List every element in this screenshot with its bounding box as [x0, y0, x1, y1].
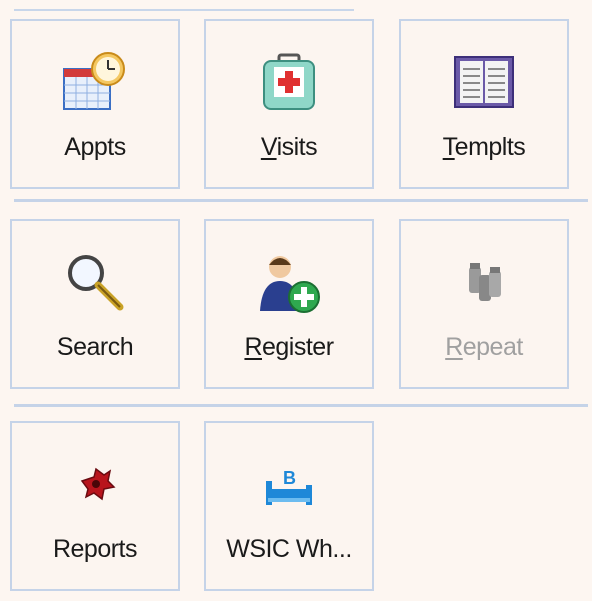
- register-button[interactable]: Register: [204, 219, 374, 389]
- register-label: Register: [244, 333, 334, 361]
- wsic-button[interactable]: B WSIC Wh...: [204, 421, 374, 591]
- reports-button[interactable]: Reports: [10, 421, 180, 591]
- search-label: Search: [56, 333, 134, 361]
- svg-text:B: B: [283, 468, 296, 488]
- wsic-label: WSIC Wh...: [226, 535, 352, 563]
- reports-icon: [60, 451, 130, 521]
- magnifier-icon: [60, 249, 130, 319]
- visits-button[interactable]: Visits: [204, 19, 374, 189]
- first-aid-kit-icon: [254, 49, 324, 119]
- reports-label: Reports: [52, 535, 138, 563]
- visits-label: Visits: [260, 133, 318, 161]
- bed-icon: B: [254, 451, 324, 521]
- templts-label: Templts: [442, 133, 526, 161]
- templts-button[interactable]: Templts: [399, 19, 569, 189]
- person-add-icon: [254, 249, 324, 319]
- top-divider: [14, 9, 354, 11]
- appts-button[interactable]: Appts: [10, 19, 180, 189]
- repeat-icon: [449, 249, 519, 319]
- book-icon: [449, 49, 519, 119]
- repeat-button[interactable]: Repeat: [399, 219, 569, 389]
- calendar-clock-icon: [60, 49, 130, 119]
- search-button[interactable]: Search: [10, 219, 180, 389]
- appts-label: Appts: [64, 133, 126, 161]
- row-separator: [14, 199, 588, 202]
- row-separator: [14, 404, 588, 407]
- repeat-label: Repeat: [445, 333, 523, 361]
